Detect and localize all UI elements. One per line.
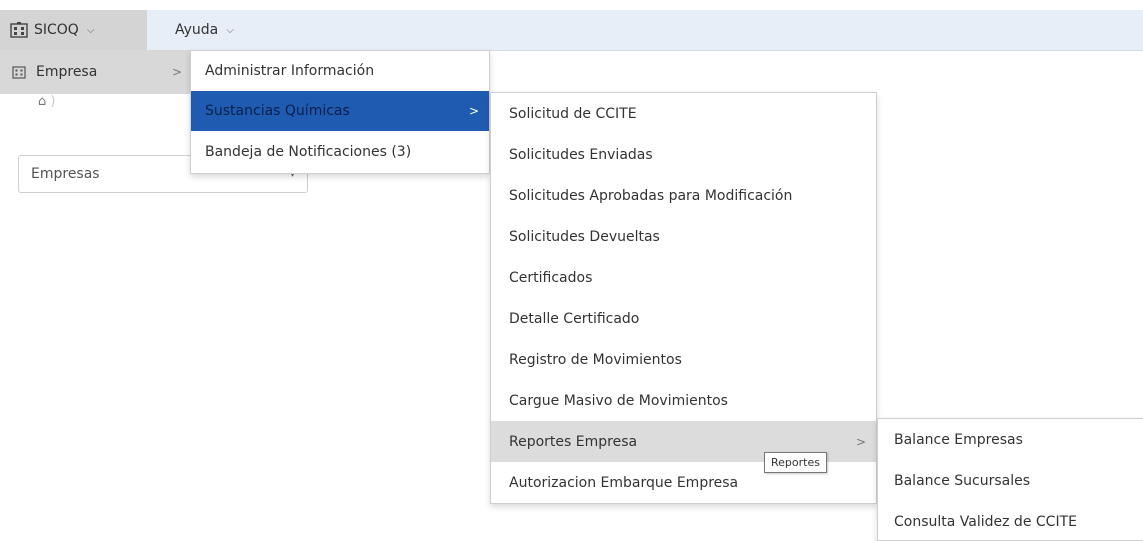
menu-item-label: Balance Sucursales: [894, 472, 1031, 489]
menu-item-label: Solicitudes Aprobadas para Modificación: [509, 187, 793, 204]
menu-item-label: Registro de Movimientos: [509, 351, 682, 368]
menu-item-label: Detalle Certificado: [509, 310, 640, 327]
menu-item-balance-empresas[interactable]: Balance Empresas: [878, 419, 1143, 460]
menu-item-label: Administrar Información: [205, 63, 375, 79]
top-menubar: SICOQ ⌵ Ayuda ⌵: [0, 10, 1143, 51]
menu-item-detalle-certificado[interactable]: Detalle Certificado: [491, 298, 876, 339]
menu-item-label: Certificados: [509, 269, 593, 286]
menu-item-bandeja-notificaciones[interactable]: Bandeja de Notificaciones (3): [191, 131, 489, 173]
menu-item-label: Consulta Validez de CCITE: [894, 513, 1077, 530]
menu-item-label: Empresa: [36, 64, 98, 80]
menu-level4: Balance Empresas Balance Sucursales Cons…: [877, 418, 1143, 541]
menu-item-label: Reportes Empresa: [509, 433, 638, 450]
menu-item-solicitudes-aprobadas[interactable]: Solicitudes Aprobadas para Modificación: [491, 175, 876, 216]
menu-item-cargue-masivo[interactable]: Cargue Masivo de Movimientos: [491, 380, 876, 421]
menu-item-label: Cargue Masivo de Movimientos: [509, 392, 728, 409]
menu-item-empresa[interactable]: Empresa >: [0, 50, 190, 94]
menu-item-label: Solicitudes Enviadas: [509, 146, 653, 163]
menubar-ayuda-label: Ayuda: [175, 22, 219, 38]
menu-item-sustancias-quimicas[interactable]: Sustancias Químicas >: [191, 91, 489, 131]
building-icon: [10, 22, 28, 38]
menu-level3: Solicitud de CCITE Solicitudes Enviadas …: [490, 92, 877, 504]
menu-item-solicitudes-enviadas[interactable]: Solicitudes Enviadas: [491, 134, 876, 175]
page: SICOQ ⌵ Ayuda ⌵ ⌂ ) Empresas ▾ Empresa >…: [0, 0, 1143, 541]
menubar-sicoq-label: SICOQ: [34, 22, 79, 38]
menu-item-label: Balance Empresas: [894, 431, 1023, 448]
menu-item-certificados[interactable]: Certificados: [491, 257, 876, 298]
menu-item-label: Bandeja de Notificaciones (3): [205, 144, 412, 160]
menu-item-solicitudes-devueltas[interactable]: Solicitudes Devueltas: [491, 216, 876, 257]
building-small-icon: [12, 65, 26, 79]
menu-item-balance-sucursales[interactable]: Balance Sucursales: [878, 460, 1143, 501]
menu-item-registro-movimientos[interactable]: Registro de Movimientos: [491, 339, 876, 380]
menu-item-consulta-validez-ccite[interactable]: Consulta Validez de CCITE: [878, 501, 1143, 541]
tooltip-reportes: Reportes: [764, 452, 827, 473]
menu-item-administrar-informacion[interactable]: Administrar Información: [191, 51, 489, 91]
chevron-right-icon: >: [171, 65, 182, 79]
empresas-select-value: Empresas: [31, 166, 100, 182]
menu-level1: Empresa >: [0, 50, 190, 94]
menu-item-label: Sustancias Químicas: [205, 103, 350, 119]
menubar-item-ayuda[interactable]: Ayuda ⌵: [165, 10, 255, 50]
menu-item-label: Solicitudes Devueltas: [509, 228, 660, 245]
menu-item-solicitud-ccite[interactable]: Solicitud de CCITE: [491, 93, 876, 134]
chevron-right-icon: >: [468, 104, 479, 118]
menu-level2: Administrar Información Sustancias Quími…: [190, 50, 490, 174]
menu-item-label: Autorizacion Embarque Empresa: [509, 474, 739, 491]
menubar-item-sicoq[interactable]: SICOQ ⌵: [0, 10, 147, 50]
chevron-down-icon: ⌵: [226, 24, 234, 36]
chevron-down-icon: ⌵: [86, 24, 95, 36]
chevron-right-icon: >: [855, 434, 866, 449]
home-breadcrumb[interactable]: ⌂ ): [38, 94, 55, 109]
menu-item-label: Solicitud de CCITE: [509, 105, 637, 122]
